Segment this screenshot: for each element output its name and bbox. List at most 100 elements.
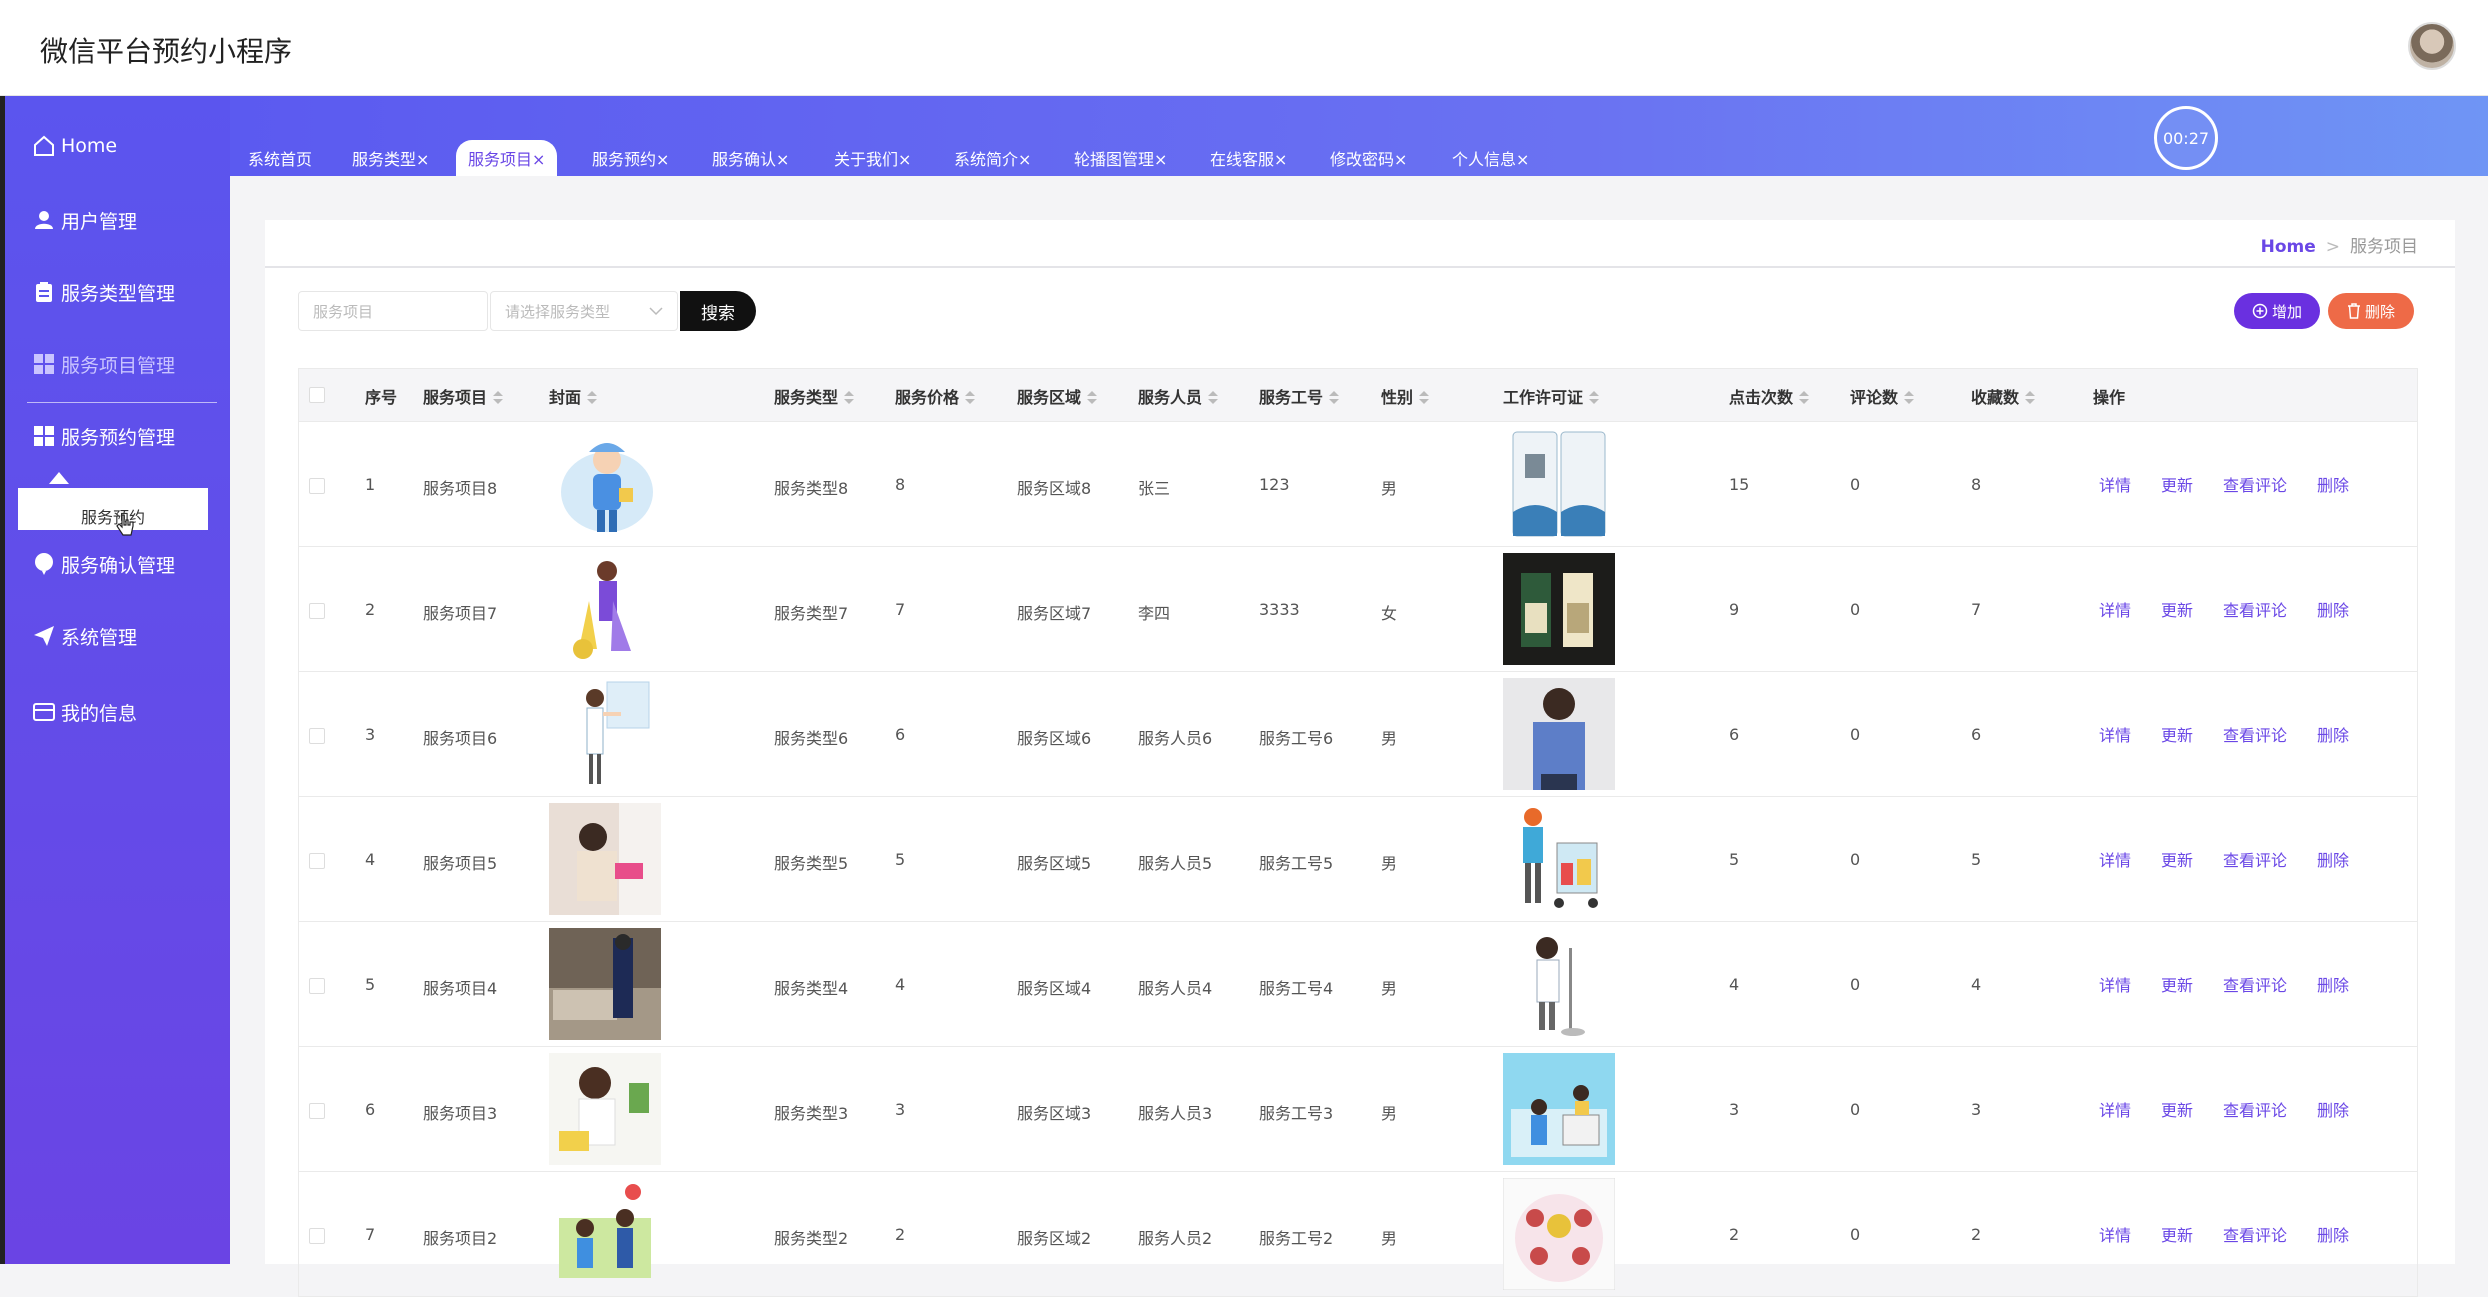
tab-service-booking[interactable]: 服务预约× bbox=[580, 140, 681, 176]
detail-button[interactable]: 详情 bbox=[2099, 847, 2131, 871]
delete-row-button[interactable]: 删除 bbox=[2317, 722, 2349, 746]
cell-comments: 0 bbox=[1850, 600, 1861, 619]
header-comments[interactable]: 评论数 bbox=[1850, 384, 1915, 408]
sidebar-item-home[interactable]: Home bbox=[5, 116, 230, 176]
service-type-select[interactable]: 请选择服务类型 bbox=[490, 291, 678, 331]
cell-type: 服务类型3 bbox=[774, 1104, 849, 1123]
cell-gender: 男 bbox=[1381, 1104, 1398, 1123]
tab-service-types[interactable]: 服务类型× bbox=[340, 140, 441, 176]
header-area[interactable]: 服务区域 bbox=[1017, 384, 1098, 408]
delete-row-button[interactable]: 删除 bbox=[2317, 1222, 2349, 1246]
sidebar-item-label: 我的信息 bbox=[61, 702, 138, 725]
view-comments-button[interactable]: 查看评论 bbox=[2223, 1222, 2287, 1246]
search-button[interactable]: 搜索 bbox=[680, 291, 756, 331]
balloon-icon bbox=[33, 553, 55, 575]
tab-online-service[interactable]: 在线客服× bbox=[1198, 140, 1299, 176]
sidebar-item-service-booking[interactable]: 服务预约管理 bbox=[5, 406, 230, 466]
detail-button[interactable]: 详情 bbox=[2099, 722, 2131, 746]
view-comments-button[interactable]: 查看评论 bbox=[2223, 1097, 2287, 1121]
cell-favorites: 2 bbox=[1971, 1225, 1982, 1244]
header-price[interactable]: 服务价格 bbox=[895, 384, 976, 408]
view-comments-button[interactable]: 查看评论 bbox=[2223, 972, 2287, 996]
grid-icon bbox=[33, 425, 55, 447]
header-name[interactable]: 服务项目 bbox=[423, 384, 504, 408]
sidebar-item-system[interactable]: 系统管理 bbox=[5, 606, 230, 666]
view-comments-button[interactable]: 查看评论 bbox=[2223, 597, 2287, 621]
plus-circle-icon bbox=[2252, 303, 2268, 319]
cell-price: 5 bbox=[895, 850, 906, 869]
detail-button[interactable]: 详情 bbox=[2099, 1222, 2131, 1246]
delete-button-label: 删除 bbox=[2364, 302, 2395, 321]
update-button[interactable]: 更新 bbox=[2161, 722, 2193, 746]
tab-service-confirm[interactable]: 服务确认× bbox=[700, 140, 801, 176]
cell-comments: 0 bbox=[1850, 1225, 1861, 1244]
update-button[interactable]: 更新 bbox=[2161, 597, 2193, 621]
detail-button[interactable]: 详情 bbox=[2099, 972, 2131, 996]
search-input[interactable]: 服务项目 bbox=[298, 291, 488, 331]
row-checkbox[interactable] bbox=[309, 1103, 325, 1119]
row-checkbox[interactable] bbox=[309, 1228, 325, 1244]
detail-button[interactable]: 详情 bbox=[2099, 597, 2131, 621]
header-gender[interactable]: 性别 bbox=[1381, 384, 1430, 408]
view-comments-button[interactable]: 查看评论 bbox=[2223, 722, 2287, 746]
app-title: 微信平台预约小程序 bbox=[40, 35, 293, 68]
tab-change-password[interactable]: 修改密码× bbox=[1318, 140, 1419, 176]
license-image bbox=[1503, 1178, 1615, 1290]
delete-row-button[interactable]: 删除 bbox=[2317, 472, 2349, 496]
license-image bbox=[1503, 1053, 1615, 1165]
tab-service-items[interactable]: 服务项目× bbox=[456, 140, 558, 176]
tab-personal-info[interactable]: 个人信息× bbox=[1440, 140, 1541, 176]
cell-gender: 男 bbox=[1381, 729, 1398, 748]
submenu-item-service-booking[interactable]: 服务预约 bbox=[18, 488, 208, 536]
update-button[interactable]: 更新 bbox=[2161, 972, 2193, 996]
session-timer: 00:27 bbox=[2154, 106, 2218, 170]
delete-row-button[interactable]: 删除 bbox=[2317, 972, 2349, 996]
tab-system-intro[interactable]: 系统简介× bbox=[942, 140, 1043, 176]
detail-button[interactable]: 详情 bbox=[2099, 1097, 2131, 1121]
cell-code: 服务工号3 bbox=[1259, 1104, 1334, 1123]
delete-button[interactable]: 删除 bbox=[2328, 293, 2414, 329]
view-comments-button[interactable]: 查看评论 bbox=[2223, 472, 2287, 496]
tab-carousel[interactable]: 轮播图管理× bbox=[1062, 140, 1179, 176]
update-button[interactable]: 更新 bbox=[2161, 472, 2193, 496]
sidebar-item-service-types[interactable]: 服务类型管理 bbox=[5, 262, 230, 322]
sidebar-item-users[interactable]: 用户管理 bbox=[5, 190, 230, 250]
update-button[interactable]: 更新 bbox=[2161, 847, 2193, 871]
user-avatar[interactable] bbox=[2408, 22, 2456, 70]
detail-button[interactable]: 详情 bbox=[2099, 472, 2131, 496]
breadcrumb-home[interactable]: Home bbox=[2261, 237, 2316, 257]
tab-about-us[interactable]: 关于我们× bbox=[822, 140, 923, 176]
view-comments-button[interactable]: 查看评论 bbox=[2223, 847, 2287, 871]
sidebar-item-service-items[interactable]: 服务项目管理 bbox=[5, 334, 230, 394]
header-favorites[interactable]: 收藏数 bbox=[1971, 384, 2036, 408]
cell-name: 服务项目3 bbox=[423, 1104, 498, 1123]
delete-row-button[interactable]: 删除 bbox=[2317, 1097, 2349, 1121]
row-checkbox[interactable] bbox=[309, 853, 325, 869]
cell-favorites: 5 bbox=[1971, 850, 1982, 869]
sidebar-item-my-info[interactable]: 我的信息 bbox=[5, 682, 230, 742]
cell-no: 1 bbox=[365, 475, 376, 494]
select-all-checkbox[interactable] bbox=[309, 387, 325, 403]
sidebar-item-service-confirm[interactable]: 服务确认管理 bbox=[5, 534, 230, 594]
breadcrumb-separator: > bbox=[2325, 237, 2340, 257]
update-button[interactable]: 更新 bbox=[2161, 1222, 2193, 1246]
tab-home[interactable]: 系统首页 bbox=[236, 140, 324, 176]
header-license[interactable]: 工作许可证 bbox=[1503, 384, 1600, 408]
sidebar-divider bbox=[27, 402, 217, 403]
row-checkbox[interactable] bbox=[309, 978, 325, 994]
header-staff[interactable]: 服务人员 bbox=[1138, 384, 1219, 408]
header-clicks[interactable]: 点击次数 bbox=[1729, 384, 1810, 408]
add-button[interactable]: 增加 bbox=[2234, 293, 2320, 329]
sidebar-item-label: Home bbox=[61, 135, 118, 157]
row-checkbox[interactable] bbox=[309, 603, 325, 619]
top-bar: 微信平台预约小程序 bbox=[0, 0, 2488, 96]
update-button[interactable]: 更新 bbox=[2161, 1097, 2193, 1121]
home-icon bbox=[33, 135, 55, 157]
row-checkbox[interactable] bbox=[309, 728, 325, 744]
delete-row-button[interactable]: 删除 bbox=[2317, 847, 2349, 871]
header-code[interactable]: 服务工号 bbox=[1259, 384, 1340, 408]
row-checkbox[interactable] bbox=[309, 478, 325, 494]
header-type[interactable]: 服务类型 bbox=[774, 384, 855, 408]
header-cover[interactable]: 封面 bbox=[549, 384, 598, 408]
delete-row-button[interactable]: 删除 bbox=[2317, 597, 2349, 621]
